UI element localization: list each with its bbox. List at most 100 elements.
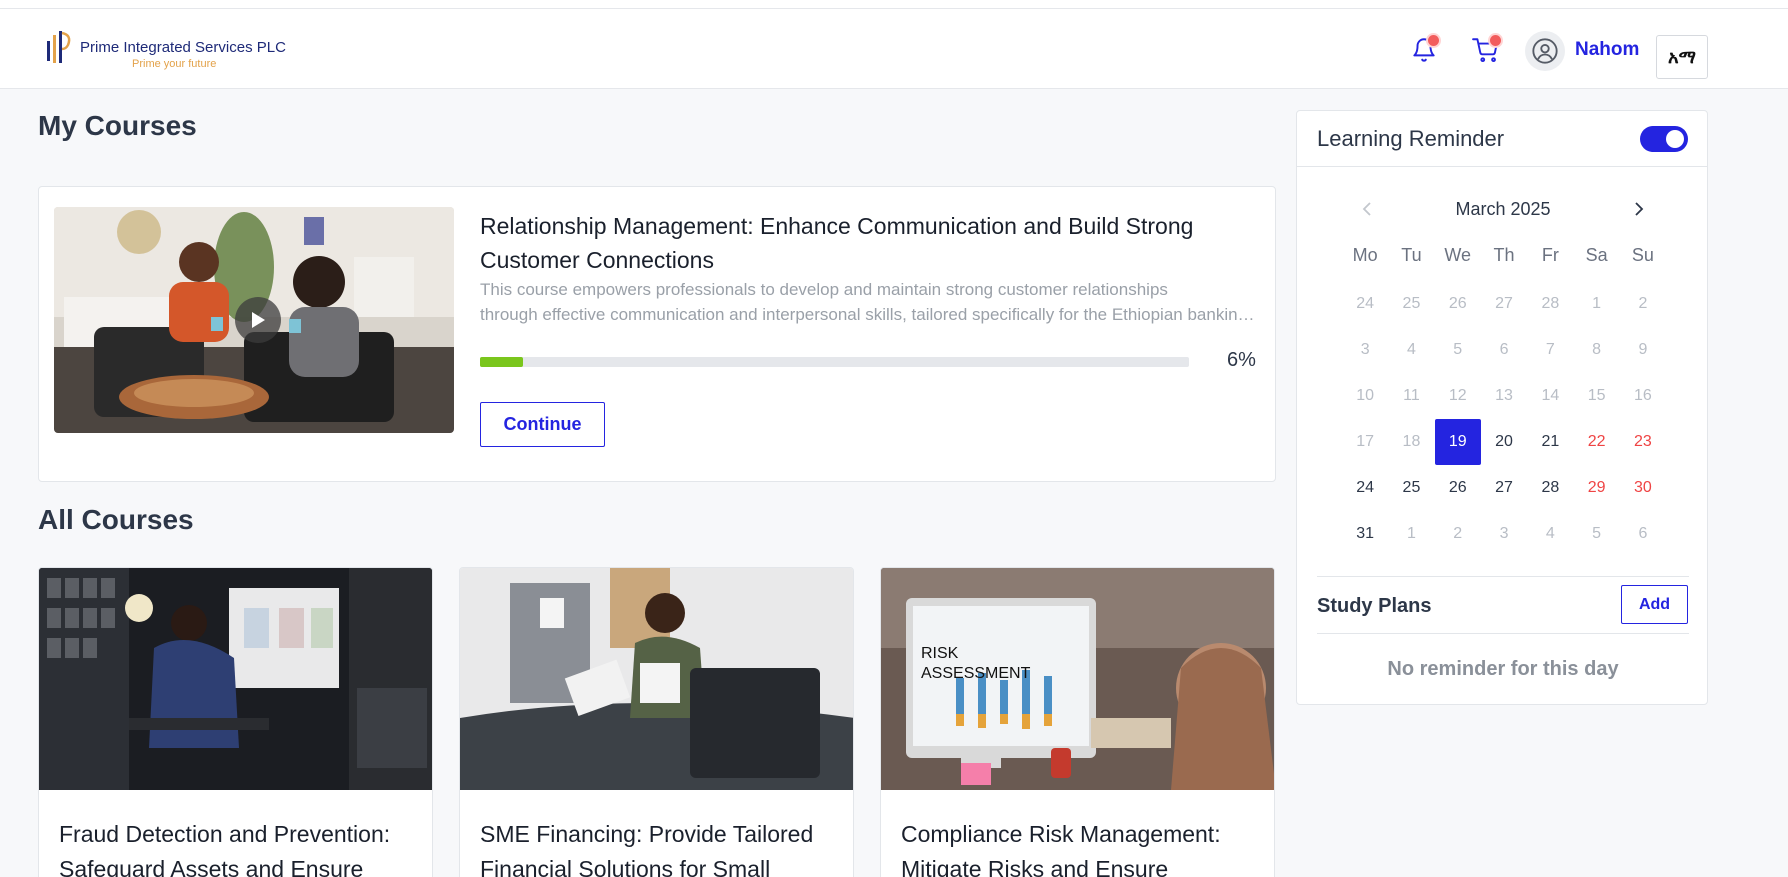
- course-card-title: Fraud Detection and Prevention: Safeguar…: [59, 821, 391, 877]
- divider: [1317, 576, 1689, 577]
- empty-reminder-message: No reminder for this day: [1387, 658, 1619, 680]
- chevron-right-icon: [1635, 202, 1644, 216]
- risk-text-2: ASSESSMENT: [921, 665, 1031, 682]
- calendar-prev-button[interactable]: [1355, 197, 1379, 221]
- play-button[interactable]: [235, 297, 281, 343]
- continue-button[interactable]: Continue: [480, 402, 605, 447]
- calendar-day[interactable]: 28: [1527, 281, 1573, 327]
- company-tagline: Prime your future: [132, 58, 217, 70]
- calendar-day[interactable]: 4: [1527, 511, 1573, 557]
- avatar[interactable]: [1525, 31, 1565, 71]
- top-header: Prime Integrated Services PLC Prime your…: [0, 9, 1788, 89]
- add-study-plan-button[interactable]: Add: [1621, 585, 1688, 624]
- course-card[interactable]: RISK ASSESSMENT Compliance Risk Manageme…: [880, 567, 1275, 877]
- company-logo[interactable]: Prime Integrated Services PLC Prime your…: [44, 27, 286, 70]
- calendar-day[interactable]: 6: [1620, 511, 1666, 557]
- calendar-day[interactable]: 21: [1527, 419, 1573, 465]
- current-course-description: This course empowers professionals to de…: [480, 277, 1260, 327]
- reminder-toggle[interactable]: [1640, 126, 1688, 152]
- user-circle-icon: [1532, 38, 1558, 64]
- calendar-day[interactable]: 1: [1573, 281, 1619, 327]
- username-link[interactable]: Nahom: [1575, 39, 1639, 61]
- calendar-day[interactable]: 8: [1573, 327, 1619, 373]
- calendar-day[interactable]: 27: [1481, 465, 1527, 511]
- calendar-day[interactable]: 23: [1620, 419, 1666, 465]
- chevron-left-icon: [1362, 202, 1371, 216]
- calendar-week-row: 24 25 26 27 28 1 2: [1342, 281, 1666, 327]
- language-switch-button[interactable]: አማ: [1656, 35, 1708, 79]
- calendar-next-button[interactable]: [1627, 197, 1651, 221]
- calendar-day[interactable]: 13: [1481, 373, 1527, 419]
- course-card-image: [460, 568, 853, 790]
- calendar-week-row: 3456789: [1342, 327, 1666, 373]
- calendar-day[interactable]: 2: [1435, 511, 1481, 557]
- learning-reminder-panel: Learning Reminder March 2025 Mo Tu We Th Fr S…: [1296, 110, 1708, 705]
- calendar-weekday: We: [1444, 245, 1472, 265]
- calendar-day[interactable]: 24: [1342, 281, 1388, 327]
- calendar-day[interactable]: 25: [1388, 281, 1434, 327]
- calendar-weekday: Sa: [1585, 245, 1608, 265]
- calendar-day[interactable]: 25: [1388, 465, 1434, 511]
- calendar-day[interactable]: 26: [1435, 465, 1481, 511]
- calendar-grid: Mo Tu We Th Fr Sa Su 24 25 26 27 28 1 2 3 4 5 6 7 8 9 10 11 12 1…: [1342, 237, 1666, 557]
- course-card-title: Compliance Risk Management: Mitigate Ris…: [901, 821, 1221, 877]
- calendar-day[interactable]: 29: [1573, 465, 1619, 511]
- learning-reminder-title: Learning Reminder: [1317, 126, 1505, 151]
- course-card[interactable]: Fraud Detection and Prevention: Safeguar…: [38, 567, 433, 877]
- calendar-day[interactable]: 30: [1620, 465, 1666, 511]
- calendar-day[interactable]: 1: [1388, 511, 1434, 557]
- calendar-day[interactable]: 15: [1573, 373, 1619, 419]
- current-course-card: Relationship Management: Enhance Communi…: [38, 186, 1276, 482]
- cart-badge: [1490, 35, 1501, 46]
- all-courses-heading: All Courses: [38, 504, 194, 535]
- calendar-day[interactable]: 2: [1620, 281, 1666, 327]
- calendar-day[interactable]: 10: [1342, 373, 1388, 419]
- calendar-week-row: 31 1 2 3 4 5 6: [1342, 511, 1666, 557]
- calendar-day[interactable]: 12: [1435, 373, 1481, 419]
- calendar-day[interactable]: 11: [1388, 373, 1434, 419]
- calendar-weekday: Mo: [1352, 245, 1378, 265]
- calendar-day[interactable]: 4: [1388, 327, 1434, 373]
- calendar-day[interactable]: 26: [1435, 281, 1481, 327]
- calendar-day[interactable]: 14: [1527, 373, 1573, 419]
- calendar-weekday: Fr: [1541, 245, 1559, 265]
- divider: [1317, 633, 1689, 634]
- course-card-image: RISK ASSESSMENT: [881, 568, 1274, 790]
- course-progress-percent: 6%: [1227, 349, 1256, 371]
- calendar-day[interactable]: 17: [1342, 419, 1388, 465]
- calendar-day[interactable]: 9: [1620, 327, 1666, 373]
- calendar-day[interactable]: 24: [1342, 465, 1388, 511]
- description-line-1: This course empowers professionals to de…: [480, 280, 1168, 299]
- risk-text-1: RISK: [921, 645, 959, 662]
- calendar-day[interactable]: 27: [1481, 281, 1527, 327]
- course-card[interactable]: SME Financing: Provide Tailored Financia…: [459, 567, 854, 877]
- course-card-title: SME Financing: Provide Tailored Financia…: [480, 821, 814, 877]
- my-courses-heading: My Courses: [38, 110, 197, 141]
- company-name: Prime Integrated Services PLC: [80, 39, 286, 56]
- calendar-weekday: Th: [1493, 245, 1515, 265]
- calendar-day[interactable]: 5: [1435, 327, 1481, 373]
- calendar-week-row: 17 18 19 20 21 22 23: [1342, 419, 1666, 465]
- current-course-title[interactable]: Relationship Management: Enhance Communi…: [480, 209, 1260, 277]
- top-strip: [0, 0, 1788, 9]
- calendar-day[interactable]: 18: [1388, 419, 1434, 465]
- calendar-day[interactable]: 7: [1527, 327, 1573, 373]
- calendar-day[interactable]: 19: [1434, 419, 1481, 465]
- calendar-day[interactable]: 3: [1481, 511, 1527, 557]
- calendar-weekday: Su: [1631, 245, 1654, 265]
- study-plans-title: Study Plans: [1317, 595, 1432, 617]
- notifications-button[interactable]: [1407, 33, 1441, 67]
- course-card-image: [39, 568, 432, 790]
- calendar-day[interactable]: 28: [1527, 465, 1573, 511]
- course-video-thumbnail[interactable]: [54, 207, 454, 433]
- cart-button[interactable]: [1469, 33, 1503, 67]
- calendar-day[interactable]: 6: [1481, 327, 1527, 373]
- calendar-day[interactable]: 5: [1573, 511, 1619, 557]
- calendar-week-row: 10 11 12 13 14 15 16: [1342, 373, 1666, 419]
- calendar-day[interactable]: 22: [1573, 419, 1619, 465]
- calendar-day[interactable]: 31: [1342, 511, 1388, 557]
- calendar-day[interactable]: 20: [1481, 419, 1527, 465]
- calendar-day[interactable]: 3: [1342, 327, 1388, 373]
- logo-mark-icon: [47, 31, 71, 63]
- calendar-day[interactable]: 16: [1620, 373, 1666, 419]
